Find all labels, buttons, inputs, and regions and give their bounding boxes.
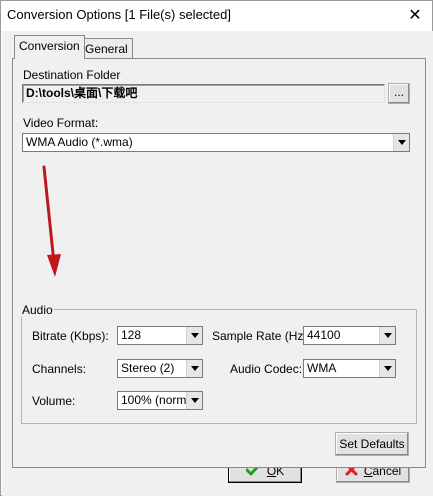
volume-select[interactable]: 100% (norma: [117, 391, 203, 410]
conversion-tab-panel: Destination Folder D:\tools\桌面\下载吧 ... V…: [12, 58, 426, 468]
window-title: Conversion Options [1 File(s) selected]: [7, 7, 231, 22]
dialog-client-area: Conversion General Destination Folder D:…: [2, 31, 433, 496]
destination-folder-label: Destination Folder: [23, 68, 121, 82]
channels-label: Channels:: [32, 362, 87, 376]
audio-codec-label: Audio Codec:: [230, 362, 303, 376]
bitrate-select[interactable]: 128: [117, 326, 203, 345]
set-defaults-button[interactable]: Set Defaults: [335, 432, 409, 456]
destination-folder-field[interactable]: D:\tools\桌面\下载吧: [22, 84, 385, 103]
browse-button-label: ...: [393, 84, 404, 99]
tab-general[interactable]: General: [80, 38, 133, 60]
chevron-down-icon: [186, 327, 202, 344]
close-icon: ✕: [408, 7, 422, 24]
tab-conversion[interactable]: Conversion: [14, 35, 85, 59]
chevron-down-icon: [186, 392, 202, 409]
channels-select[interactable]: Stereo (2): [117, 359, 203, 378]
title-bar[interactable]: Conversion Options [1 File(s) selected] …: [1, 1, 432, 31]
volume-value: 100% (norma: [121, 393, 194, 407]
sample-rate-value: 44100: [307, 328, 341, 342]
video-format-value: WMA Audio (*.wma): [26, 135, 133, 149]
bitrate-label: Bitrate (Kbps):: [32, 329, 109, 343]
video-format-select[interactable]: WMA Audio (*.wma): [22, 133, 410, 152]
set-defaults-label: Set Defaults: [339, 437, 405, 451]
sample-rate-label: Sample Rate (Hz):: [212, 329, 311, 343]
chevron-down-icon: [379, 327, 395, 344]
video-format-label: Video Format:: [23, 116, 99, 130]
sample-rate-select[interactable]: 44100: [303, 326, 396, 345]
audio-codec-value: WMA: [307, 361, 337, 375]
audio-group-label: Audio: [21, 303, 54, 317]
chevron-down-icon: [186, 360, 202, 377]
close-button[interactable]: ✕: [402, 3, 428, 27]
conversion-options-window: Conversion Options [1 File(s) selected] …: [0, 0, 433, 496]
bitrate-value: 128: [121, 328, 142, 342]
channels-value: Stereo (2): [121, 361, 175, 375]
chevron-down-icon: [379, 360, 395, 377]
audio-codec-select[interactable]: WMA: [303, 359, 396, 378]
volume-label: Volume:: [32, 394, 76, 408]
tab-conversion-label: Conversion: [19, 39, 80, 53]
browse-button[interactable]: ...: [388, 83, 410, 104]
tab-general-label: General: [85, 42, 128, 56]
chevron-down-icon: [393, 134, 409, 151]
